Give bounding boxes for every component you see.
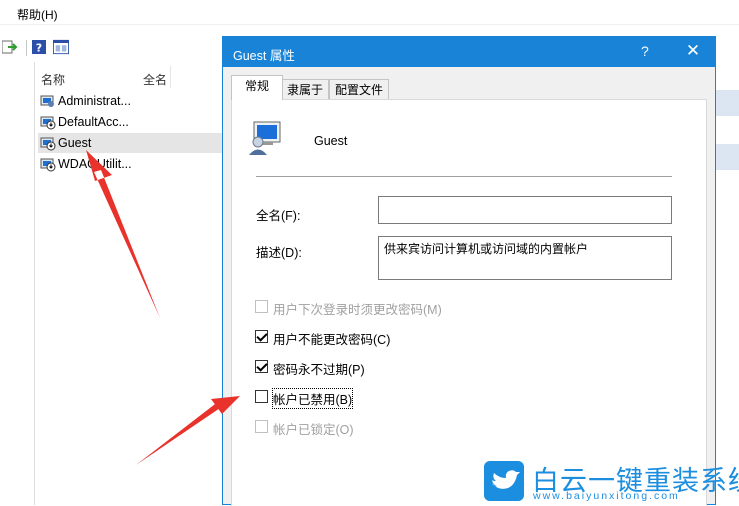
export-list-icon[interactable] <box>2 39 18 55</box>
user-account-icon <box>40 95 54 107</box>
list-item-label: WDAGUtilit... <box>58 157 132 171</box>
user-account-icon <box>249 121 281 155</box>
disabled-user-icon <box>40 137 56 151</box>
column-separator[interactable] <box>170 66 171 88</box>
disabled-user-icon <box>40 158 56 172</box>
dialog-title: Guest 属性 <box>233 49 295 63</box>
background-highlight-band <box>716 144 739 170</box>
tab-general[interactable]: 常规 <box>231 75 283 100</box>
toolbar-separator <box>26 40 27 56</box>
fullname-input[interactable] <box>378 196 672 224</box>
list-item-label: Guest <box>58 136 92 150</box>
dialog-titlebar[interactable]: Guest 属性 ? ✕ <box>223 37 715 67</box>
checkbox-box[interactable] <box>255 390 268 403</box>
checkbox-label: 密码永不过期(P) <box>273 363 365 377</box>
list-item-label: DefaultAcc... <box>58 115 129 129</box>
svg-text:?: ? <box>36 42 42 55</box>
arrow-to-guest <box>86 150 160 318</box>
menu-bar: 帮助(H) <box>0 0 739 25</box>
list-item-guest[interactable]: Guest <box>38 133 228 153</box>
console-tree-pane <box>0 62 35 505</box>
checkbox-box[interactable] <box>255 420 268 433</box>
menu-help[interactable]: 帮助(H) <box>17 6 58 23</box>
tab-profile[interactable]: 配置文件 <box>329 79 389 100</box>
tab-member-of[interactable]: 隶属于 <box>281 79 329 100</box>
list-header: 名称 全名 <box>35 66 235 88</box>
fullname-label: 全名(F): <box>256 209 301 223</box>
checkbox-box[interactable] <box>255 330 268 343</box>
close-button[interactable]: ✕ <box>681 41 705 61</box>
list-item-administrator[interactable]: Administrat... <box>38 91 228 111</box>
help-button[interactable]: ? <box>641 43 649 59</box>
list-item-wdagutility[interactable]: WDAGUtilit... <box>38 154 228 174</box>
watermark-url: www.baiyunxitong.com <box>533 490 680 502</box>
checkbox-box[interactable] <box>255 360 268 373</box>
list-item-defaultaccount[interactable]: DefaultAcc... <box>38 112 228 132</box>
checkbox-label: 帐户已锁定(O) <box>273 423 354 437</box>
user-name: Guest <box>314 134 348 148</box>
checkbox-box[interactable] <box>255 300 268 313</box>
checkbox-label: 用户不能更改密码(C) <box>273 333 391 347</box>
column-header-name[interactable]: 名称 <box>41 71 65 88</box>
show-hide-pane-icon[interactable] <box>53 39 69 55</box>
description-input[interactable]: 供来宾访问计算机或访问域的内置帐户 <box>378 236 672 280</box>
divider <box>256 176 672 177</box>
description-label: 描述(D): <box>256 246 302 260</box>
help-icon[interactable]: ? <box>31 39 47 55</box>
bird-logo-icon <box>484 461 524 501</box>
general-tab-panel: Guest 全名(F): 描述(D): 供来宾访问计算机或访问域的内置帐户 用户… <box>231 99 707 506</box>
watermark-logo: 白云一键重装系统 www.baiyunxitong.com <box>484 459 739 503</box>
checkbox-label: 用户下次登录时须更改密码(M) <box>273 303 442 317</box>
list-item-label: Administrat... <box>58 94 131 108</box>
background-highlight-band <box>716 90 739 116</box>
checkbox-label: 帐户已禁用(B) <box>271 388 354 409</box>
disabled-user-icon <box>40 116 56 130</box>
guest-properties-dialog: Guest 属性 ? ✕ 常规 隶属于 配置文件 Guest 全名(F): 描述… <box>222 36 716 506</box>
column-header-fullname[interactable]: 全名 <box>143 71 167 88</box>
background-details-pane <box>716 62 739 505</box>
